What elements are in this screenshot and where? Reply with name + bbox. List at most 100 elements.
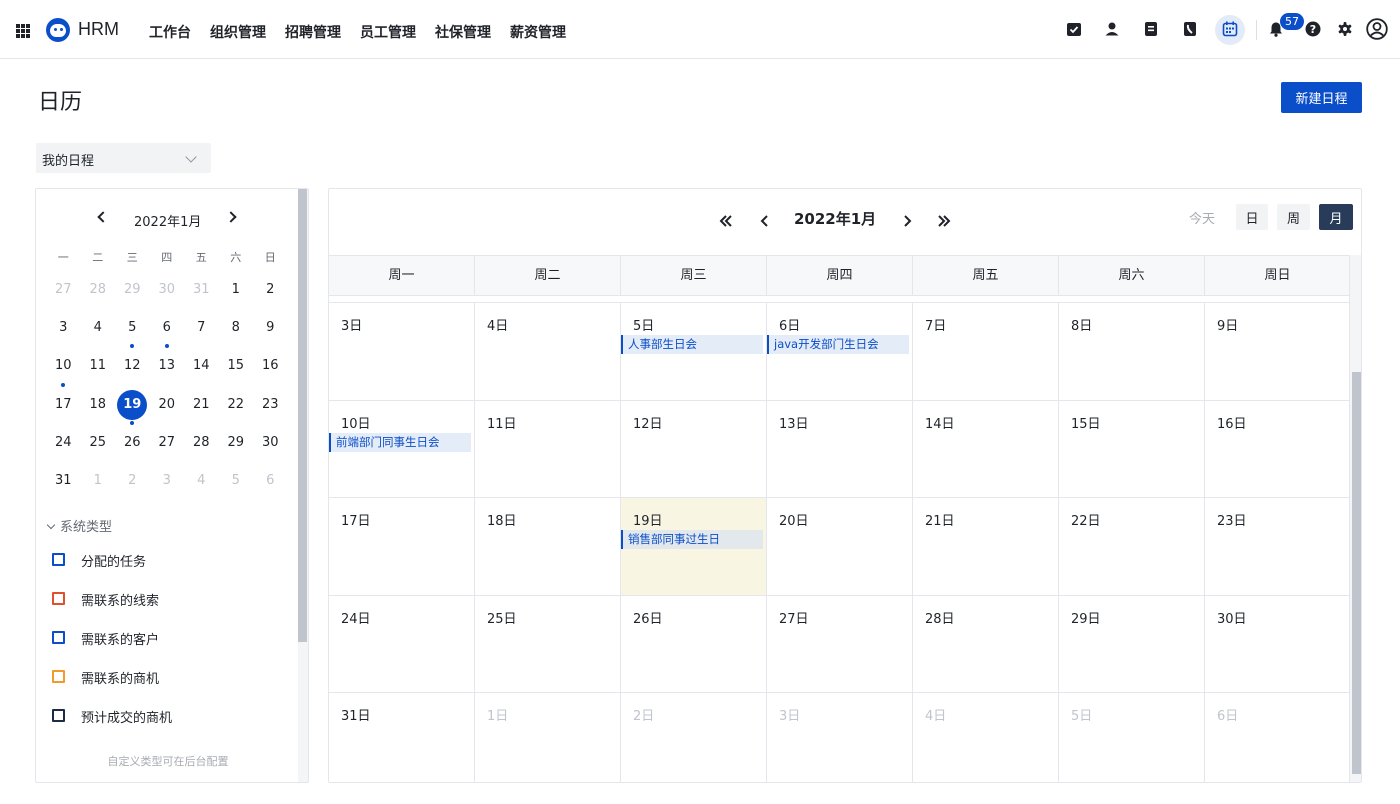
day-cell[interactable]: 4日 <box>475 303 621 401</box>
day-cell[interactable]: 15日 <box>1059 400 1205 498</box>
nav-item-social-security[interactable]: 社保管理 <box>435 22 491 42</box>
mini-day[interactable]: 22 <box>219 387 254 425</box>
nav-item-employees[interactable]: 员工管理 <box>360 22 416 42</box>
mini-day[interactable]: 4 <box>81 310 116 348</box>
mini-day[interactable]: 8 <box>219 310 254 348</box>
hrm-logo-icon[interactable] <box>46 18 70 42</box>
calendar-event[interactable]: 销售部同事过生日 <box>621 530 763 549</box>
day-cell[interactable]: 2日 <box>621 693 767 782</box>
mini-day[interactable]: 12 <box>115 348 150 386</box>
day-cell[interactable]: 22日 <box>1059 498 1205 596</box>
view-today-button[interactable]: 今天 <box>1180 204 1224 230</box>
type-checkbox[interactable] <box>52 631 65 644</box>
mini-day[interactable]: 24 <box>46 425 81 463</box>
left-scrollbar-thumb[interactable] <box>298 189 307 642</box>
day-cell[interactable]: 11日 <box>475 400 621 498</box>
calendar-scrollbar[interactable] <box>1349 255 1361 782</box>
type-checkbox[interactable] <box>52 592 65 605</box>
day-cell[interactable]: 6日 java开发部门生日会 <box>767 303 913 401</box>
mini-day[interactable]: 13 <box>150 348 185 386</box>
mini-next-month-icon[interactable] <box>225 211 237 223</box>
day-cell[interactable]: 27日 <box>767 595 913 693</box>
view-week-button[interactable]: 周 <box>1277 204 1310 230</box>
day-cell[interactable]: 31日 <box>329 693 475 782</box>
day-cell[interactable]: 3日 <box>767 693 913 782</box>
calendar-scrollbar-thumb[interactable] <box>1352 372 1361 774</box>
mini-day[interactable]: 3 <box>46 310 81 348</box>
day-cell[interactable]: 25日 <box>475 595 621 693</box>
left-panel-scrollbar[interactable] <box>298 189 308 782</box>
brand-name[interactable]: HRM <box>78 19 119 40</box>
day-cell[interactable]: 8日 <box>1059 303 1205 401</box>
day-cell[interactable]: 16日 <box>1205 400 1351 498</box>
next-year-icon[interactable] <box>937 214 951 228</box>
user-icon[interactable] <box>1104 21 1120 37</box>
mini-day[interactable]: 1 <box>81 463 116 501</box>
mini-day[interactable]: 5 <box>219 463 254 501</box>
mini-day-selected[interactable]: 19 <box>115 387 150 425</box>
type-checkbox[interactable] <box>52 670 65 683</box>
view-month-button[interactable]: 月 <box>1319 204 1353 230</box>
day-cell[interactable]: 10日 前端部门同事生日会 <box>329 400 475 498</box>
day-cell-today[interactable]: 19日 销售部同事过生日 <box>621 498 767 596</box>
mini-day[interactable]: 3 <box>150 463 185 501</box>
day-cell[interactable]: 12日 <box>621 400 767 498</box>
account-icon[interactable] <box>1366 18 1388 40</box>
mini-day[interactable]: 27 <box>150 425 185 463</box>
mini-day[interactable]: 6 <box>150 310 185 349</box>
type-filter-item[interactable]: 需联系的客户 <box>52 629 172 668</box>
type-filter-item[interactable]: 预计成交的商机 <box>52 707 172 746</box>
mini-day[interactable]: 21 <box>184 387 219 425</box>
day-cell[interactable]: 6日 <box>1205 693 1351 782</box>
mini-day[interactable]: 30 <box>253 425 288 463</box>
mini-day[interactable]: 11 <box>81 348 116 386</box>
day-cell[interactable]: 20日 <box>767 498 913 596</box>
type-filter-item[interactable]: 需联系的线索 <box>52 590 172 629</box>
mini-day[interactable]: 7 <box>184 310 219 348</box>
mini-day[interactable]: 17 <box>46 387 81 425</box>
mini-day[interactable]: 14 <box>184 348 219 386</box>
notification-count-badge[interactable]: 57 <box>1280 13 1304 30</box>
prev-month-icon[interactable] <box>758 214 772 228</box>
mini-prev-month-icon[interactable] <box>97 211 109 223</box>
next-month-icon[interactable] <box>900 214 914 228</box>
new-schedule-button[interactable]: 新建日程 <box>1281 82 1362 113</box>
mini-day[interactable]: 5 <box>115 310 150 349</box>
day-cell[interactable]: 3日 <box>329 303 475 401</box>
mini-day[interactable]: 16 <box>253 348 288 386</box>
mini-day[interactable]: 27 <box>46 272 81 310</box>
day-cell[interactable]: 7日 <box>913 303 1059 401</box>
type-section-toggle[interactable]: 系统类型 <box>46 516 112 535</box>
mini-day[interactable]: 2 <box>253 272 288 310</box>
mini-day[interactable]: 23 <box>253 387 288 425</box>
type-filter-item[interactable]: 分配的任务 <box>52 551 172 590</box>
calendar-event[interactable]: 前端部门同事生日会 <box>329 432 471 452</box>
mini-day[interactable]: 29 <box>115 272 150 310</box>
type-checkbox[interactable] <box>52 553 65 566</box>
day-cell[interactable]: 24日 <box>329 595 475 693</box>
mini-day[interactable]: 18 <box>81 387 116 425</box>
mini-day[interactable]: 6 <box>253 463 288 501</box>
mini-day[interactable]: 4 <box>184 463 219 501</box>
schedule-filter-select[interactable]: 我的日程 <box>36 143 211 173</box>
mini-day[interactable]: 10 <box>46 348 81 387</box>
mini-day[interactable]: 30 <box>150 272 185 310</box>
nav-item-organization[interactable]: 组织管理 <box>210 22 266 42</box>
mini-day[interactable]: 25 <box>81 425 116 463</box>
mini-day[interactable]: 31 <box>46 463 81 501</box>
mini-day[interactable]: 1 <box>219 272 254 310</box>
app-grid-icon[interactable] <box>16 24 30 38</box>
calendar-event[interactable]: 人事部生日会 <box>621 335 763 354</box>
nav-item-payroll[interactable]: 薪资管理 <box>510 22 566 42</box>
day-cell[interactable]: 13日 <box>767 400 913 498</box>
mini-day[interactable]: 2 <box>115 463 150 501</box>
day-cell[interactable]: 18日 <box>475 498 621 596</box>
day-cell[interactable]: 23日 <box>1205 498 1351 596</box>
day-cell[interactable]: 26日 <box>621 595 767 693</box>
mini-day[interactable]: 31 <box>184 272 219 310</box>
nav-item-workbench[interactable]: 工作台 <box>149 22 191 42</box>
type-filter-item[interactable]: 需联系的商机 <box>52 668 172 707</box>
mini-day[interactable]: 28 <box>81 272 116 310</box>
mini-day[interactable]: 20 <box>150 387 185 425</box>
day-cell[interactable]: 5日 人事部生日会 <box>621 303 767 401</box>
